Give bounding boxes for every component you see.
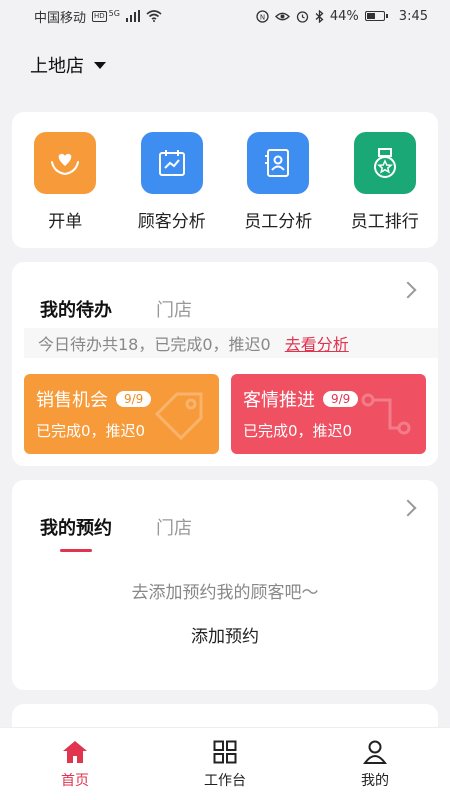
quick-action-staff-ranking[interactable]: 员工排行 — [335, 132, 435, 248]
view-analysis-link[interactable]: 去看分析 — [285, 331, 349, 355]
empty-state-text: 去添加预约我的顾客吧～ — [131, 583, 319, 603]
user-icon — [363, 740, 387, 764]
nav-workbench[interactable]: 工作台 — [170, 740, 280, 790]
count-badge: 9/9 — [116, 391, 152, 407]
svg-text:N: N — [260, 13, 265, 21]
tab-store-appointments[interactable]: 门店 — [156, 514, 192, 540]
quick-action-staff-analysis[interactable]: 员工分析 — [228, 132, 328, 248]
todo-summary-text: 今日待办共18，已完成0，推迟0 — [38, 335, 271, 354]
bottom-nav: 首页 工作台 我的 — [0, 727, 450, 800]
chevron-right-icon[interactable] — [399, 499, 417, 517]
hd-badge: HD — [92, 10, 107, 22]
todo-summary-bar: 今日待办共18，已完成0，推迟0 去看分析 — [24, 328, 438, 358]
tab-my-todo[interactable]: 我的待办 — [40, 296, 112, 322]
appointment-card: 我的预约 门店 去添加预约我的顾客吧～ 添加预约 — [12, 480, 438, 690]
signal-icon — [125, 10, 140, 22]
nav-label: 首页 — [61, 773, 89, 789]
client-progress-tile[interactable]: 客情推进 9/9 已完成0，推迟0 — [231, 374, 426, 454]
caret-down-icon — [94, 61, 106, 69]
carrier-label: 中国移动 — [34, 10, 87, 26]
heart-hands-icon — [34, 132, 97, 194]
nav-profile[interactable]: 我的 — [320, 740, 430, 790]
chevron-right-icon[interactable] — [399, 281, 417, 299]
flow-icon — [361, 393, 411, 435]
tag-icon — [154, 392, 203, 441]
quick-action-label: 顾客分析 — [137, 212, 206, 232]
quick-action-customer-analysis[interactable]: 顾客分析 — [122, 132, 222, 248]
bluetooth-icon — [315, 9, 324, 23]
store-name: 上地店 — [30, 56, 84, 77]
nav-label: 工作台 — [204, 773, 246, 789]
eye-icon — [274, 12, 290, 20]
quick-actions-card: 开单 顾客分析 员工分析 员工排行 — [12, 112, 438, 248]
medal-icon — [353, 132, 416, 194]
quick-action-label: 员工排行 — [350, 212, 419, 232]
tile-title: 销售机会 — [36, 390, 108, 411]
sales-opportunity-tile[interactable]: 销售机会 9/9 已完成0，推迟0 — [24, 374, 219, 454]
nav-label: 我的 — [361, 773, 389, 789]
clock: 3:45 — [398, 8, 428, 24]
nfc-icon: N — [256, 9, 269, 23]
id-card-icon — [247, 132, 310, 194]
todo-tiles: 销售机会 9/9 已完成0，推迟0 客情推进 9/9 已完成0，推迟0 — [24, 374, 426, 454]
network-label: 5G — [108, 8, 120, 18]
quick-action-label: 开单 — [48, 212, 83, 232]
battery-percent: 44% — [329, 8, 359, 24]
home-icon — [63, 741, 87, 763]
count-badge: 9/9 — [323, 391, 359, 407]
status-bar: 中国移动 HD 5G N 44% 3:45 — [0, 0, 450, 32]
store-selector[interactable]: 上地店 — [30, 52, 106, 78]
calendar-chart-icon — [140, 132, 203, 194]
todo-tabs: 我的待办 门店 — [12, 262, 438, 322]
nav-home[interactable]: 首页 — [20, 740, 130, 790]
add-appointment-button[interactable]: 添加预约 — [12, 622, 438, 647]
tile-title: 客情推进 — [243, 390, 315, 411]
quick-action-label: 员工分析 — [244, 212, 313, 232]
quick-action-open-order[interactable]: 开单 — [15, 132, 115, 248]
appointment-tabs: 我的预约 门店 — [12, 480, 438, 540]
battery-icon — [364, 11, 388, 21]
grid-icon — [213, 740, 237, 764]
wifi-icon — [146, 10, 162, 22]
tab-store-todo[interactable]: 门店 — [156, 296, 192, 322]
todo-card: 我的待办 门店 今日待办共18，已完成0，推迟0 去看分析 销售机会 9/9 已… — [12, 262, 438, 466]
alarm-icon — [296, 10, 309, 23]
tab-my-appointments[interactable]: 我的预约 — [40, 514, 112, 540]
